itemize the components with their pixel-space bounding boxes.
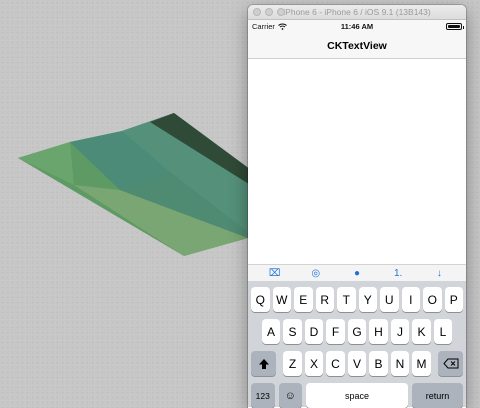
emoji-key[interactable]: ☺ (278, 383, 303, 408)
key-d[interactable]: D (304, 319, 324, 344)
key-v[interactable]: V (347, 351, 367, 376)
minimize-window-button[interactable] (265, 8, 273, 16)
key-x[interactable]: X (304, 351, 324, 376)
return-key[interactable]: return (412, 383, 463, 408)
nav-title: CKTextView (327, 39, 387, 52)
numbers-key[interactable]: 123 (251, 383, 275, 408)
dismiss-keyboard-icon[interactable]: ↓ (429, 268, 449, 279)
key-z[interactable]: Z (283, 351, 302, 376)
emoji-icon: ☺ (284, 389, 296, 402)
key-c[interactable]: C (326, 351, 345, 376)
key-y[interactable]: Y (358, 287, 377, 312)
key-a[interactable]: A (261, 319, 281, 344)
key-f[interactable]: F (326, 319, 345, 344)
key-m[interactable]: M (412, 351, 431, 376)
navigation-bar: CKTextView (248, 33, 466, 59)
keyboard: Q W E R T Y U I O P A S D F G H J K L Z … (248, 281, 466, 408)
keyboard-row-1: Q W E R T Y U I O P (251, 287, 463, 312)
key-g[interactable]: G (347, 319, 367, 344)
delete-key[interactable] (438, 351, 463, 376)
close-window-button[interactable] (253, 8, 261, 16)
key-n[interactable]: N (390, 351, 410, 376)
circle-list-icon[interactable]: ◎ (306, 268, 326, 279)
keyboard-row-4: 123 ☺ space return (251, 383, 463, 408)
key-e[interactable]: E (294, 287, 313, 312)
key-w[interactable]: W (272, 287, 291, 312)
key-l[interactable]: L (433, 319, 453, 344)
keyboard-row-3: Z X C V B N M (251, 351, 463, 376)
key-t[interactable]: T (337, 287, 356, 312)
shift-arrow-icon (258, 358, 269, 369)
numbered-list-icon[interactable]: 1. (388, 268, 408, 279)
window-titlebar[interactable]: iPhone 6 - iPhone 6 / iOS 9.1 (13B143) (248, 5, 466, 20)
status-bar: Carrier 11:46 AM (248, 20, 466, 33)
keyboard-accessory-toolbar: ⌧ ◎ ● 1. ↓ (248, 264, 466, 281)
keyboard-row-2: A S D F G H J K L (251, 319, 463, 344)
battery-icon (446, 23, 464, 30)
status-time: 11:46 AM (340, 22, 374, 31)
letter-keys: Z X C V B N M (283, 351, 431, 376)
battery-fill (448, 25, 460, 28)
shift-key[interactable] (251, 351, 276, 376)
key-h[interactable]: H (369, 319, 388, 344)
key-j[interactable]: J (390, 319, 410, 344)
art-shape (18, 142, 74, 185)
key-r[interactable]: R (315, 287, 334, 312)
key-i[interactable]: I (401, 287, 420, 312)
space-key[interactable]: space (306, 383, 409, 408)
backspace-icon (442, 358, 458, 369)
key-b[interactable]: B (369, 351, 388, 376)
key-q[interactable]: Q (251, 287, 270, 312)
key-s[interactable]: S (283, 319, 302, 344)
simulator-window: iPhone 6 - iPhone 6 / iOS 9.1 (13B143) C… (248, 5, 466, 408)
window-title: iPhone 6 - iPhone 6 / iOS 9.1 (13B143) (283, 7, 431, 17)
key-o[interactable]: O (423, 287, 442, 312)
key-p[interactable]: P (444, 287, 463, 312)
window-controls (253, 8, 285, 16)
key-k[interactable]: K (412, 319, 431, 344)
text-view[interactable] (248, 59, 466, 264)
clear-format-icon[interactable]: ⌧ (265, 268, 285, 279)
bullet-list-icon[interactable]: ● (347, 268, 367, 279)
zoom-window-button[interactable] (277, 8, 285, 16)
key-u[interactable]: U (380, 287, 399, 312)
